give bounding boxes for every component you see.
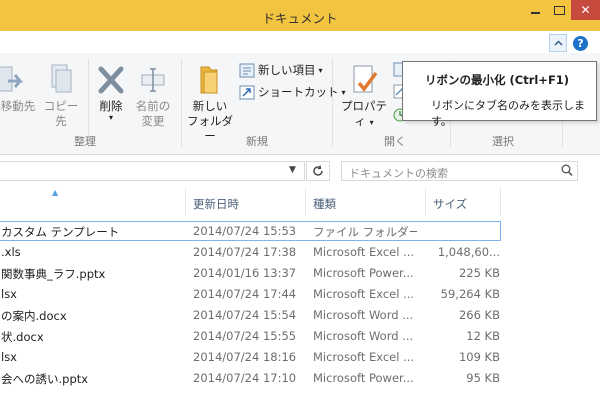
file-name: 状.docx: [1, 330, 44, 344]
open-group-label: 開く: [384, 135, 406, 148]
file-type: Microsoft Excel ...: [313, 287, 415, 301]
rename-label-line1: 名前の: [135, 99, 171, 113]
file-date: 2014/07/24 15:53: [193, 224, 297, 238]
new-folder-icon: [200, 66, 218, 94]
chevron-up-icon: [553, 40, 563, 46]
file-date: 2014/07/24 18:16: [193, 350, 297, 364]
file-date: 2014/07/24 15:54: [193, 308, 297, 322]
new-item-label: 新しい項目: [258, 63, 316, 77]
file-type: Microsoft Excel ...: [313, 350, 415, 364]
tooltip-description: リボンにタブ名のみを表示します。: [431, 99, 585, 128]
copy-to-icon: [51, 64, 72, 93]
sort-ascending-icon: ▲: [52, 188, 59, 197]
file-type: Microsoft Power...: [313, 266, 414, 280]
new-folder-label-line2: フォルダー: [187, 114, 233, 143]
new-item-icon: [239, 63, 255, 77]
window-title: ドキュメント: [262, 11, 338, 26]
file-row[interactable]: lsx 2014/07/24 18:16 Microsoft Excel ...…: [0, 347, 600, 368]
ribbon-separator: [181, 59, 182, 147]
file-type: ファイル フォルダー: [313, 225, 417, 239]
rename-icon: [141, 68, 165, 92]
new-folder-button[interactable]: 新しい フォルダー: [185, 63, 235, 144]
file-row[interactable]: の案内.docx 2014/07/24 15:54 Microsoft Word…: [0, 305, 600, 326]
new-item-button[interactable]: 新しい項目 ▾: [239, 62, 323, 78]
file-row[interactable]: カスタム テンプレート 2014/07/24 15:53 ファイル フォルダー: [0, 221, 600, 242]
delete-button[interactable]: 削除 ▾: [92, 63, 130, 122]
file-size: 225 KB: [458, 266, 500, 280]
properties-button[interactable]: プロパティ ▾: [338, 63, 390, 130]
delete-label: 削除: [99, 99, 123, 113]
refresh-icon: [313, 165, 323, 176]
minimize-ribbon-button[interactable]: [549, 34, 567, 52]
file-date: 2014/07/24 17:44: [193, 287, 297, 301]
shortcut-icon: [239, 85, 255, 99]
file-date: 2014/07/24 15:55: [193, 329, 297, 343]
file-name: 会への誘い.pptx: [1, 372, 89, 386]
file-row[interactable]: lsx 2014/07/24 17:44 Microsoft Excel ...…: [0, 284, 600, 305]
file-size: 109 KB: [458, 350, 500, 364]
select-group-label: 選択: [492, 135, 514, 148]
ribbon-minimize-tooltip: リボンの最小化 (Ctrl+F1) リボンにタブ名のみを表示します。: [402, 61, 597, 128]
ribbon-tab-strip: [0, 31, 600, 53]
shortcut-button[interactable]: ショートカット ▾: [239, 84, 346, 100]
refresh-button[interactable]: [306, 161, 330, 181]
address-bar[interactable]: [0, 161, 305, 181]
rename-label-line2: 変更: [141, 114, 165, 128]
file-size: 59,264 KB: [440, 287, 500, 301]
properties-label: プロパティ: [341, 99, 387, 128]
file-size: 95 KB: [466, 371, 500, 385]
properties-icon: [353, 65, 378, 93]
help-icon[interactable]: ?: [573, 36, 588, 51]
shortcut-label: ショートカット: [258, 85, 339, 99]
column-divider[interactable]: [425, 188, 426, 215]
file-name: lsx: [1, 350, 17, 364]
file-row[interactable]: 状.docx 2014/07/24 15:55 Microsoft Word .…: [0, 326, 600, 347]
file-type: Microsoft Word ...: [313, 329, 414, 343]
maximize-button[interactable]: [547, 0, 571, 20]
tooltip-title: リボンの最小化 (Ctrl+F1): [425, 73, 570, 87]
chevron-down-icon: ▾: [369, 118, 374, 127]
column-header-type[interactable]: 種類: [313, 196, 336, 223]
file-name: 関数事典_ラフ.pptx: [1, 267, 106, 281]
file-name: lsx: [1, 287, 17, 301]
close-button[interactable]: ✕: [571, 0, 600, 20]
new-group-label: 新規: [246, 135, 268, 148]
file-size: 12 KB: [466, 329, 500, 343]
search-placeholder: ドキュメントの検索: [349, 167, 448, 180]
chevron-down-icon[interactable]: ▼: [289, 165, 296, 175]
file-type: Microsoft Excel ...: [313, 245, 415, 259]
file-date: 2014/07/24 17:10: [193, 371, 297, 385]
copy-to-label: コピー先: [43, 99, 79, 128]
file-name: .xls: [1, 245, 21, 259]
move-to-button[interactable]: 移動先: [0, 63, 36, 114]
file-type: Microsoft Power...: [313, 371, 414, 385]
search-icon[interactable]: [561, 164, 573, 177]
minimize-button[interactable]: [523, 0, 547, 20]
move-to-label: 移動先: [0, 99, 36, 113]
column-divider[interactable]: [305, 188, 306, 215]
column-header-date[interactable]: 更新日時: [193, 196, 239, 223]
move-to-icon: [0, 66, 24, 92]
file-name: カスタム テンプレート: [1, 225, 120, 239]
column-divider[interactable]: [500, 188, 501, 215]
file-date: 2014/01/16 13:37: [193, 266, 297, 280]
copy-to-button[interactable]: コピー先: [40, 63, 82, 129]
organize-group-label: 整理: [74, 135, 96, 148]
file-size: 266 KB: [458, 308, 500, 322]
file-row[interactable]: .xls 2014/07/24 17:38 Microsoft Excel ..…: [0, 242, 600, 263]
rename-button[interactable]: 名前の 変更: [133, 63, 173, 129]
column-header-size[interactable]: サイズ: [433, 196, 467, 223]
file-row[interactable]: 関数事典_ラフ.pptx 2014/01/16 13:37 Microsoft …: [0, 263, 600, 284]
file-date: 2014/07/24 17:38: [193, 245, 297, 259]
file-name: の案内.docx: [1, 309, 67, 323]
title-bar: ドキュメント: [0, 0, 600, 31]
new-folder-label-line1: 新しい: [192, 99, 228, 113]
file-size: 1,048,60...: [437, 245, 500, 259]
column-divider[interactable]: [185, 188, 186, 215]
chevron-down-icon: ▾: [318, 65, 323, 75]
delete-x-icon: [98, 66, 124, 94]
file-row[interactable]: 会への誘い.pptx 2014/07/24 17:10 Microsoft Po…: [0, 368, 600, 389]
ribbon-separator: [332, 59, 333, 147]
file-type: Microsoft Word ...: [313, 308, 414, 322]
